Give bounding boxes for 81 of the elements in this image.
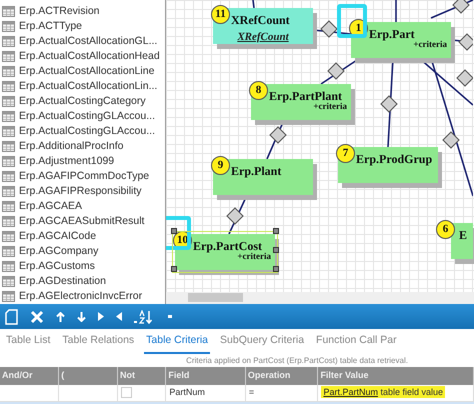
criteria-label: +criteria <box>413 39 447 51</box>
column-header: ( <box>58 367 118 384</box>
table-list-item[interactable]: Erp.ActualCostingCategory <box>19 94 146 110</box>
column-header: Operation <box>245 367 318 384</box>
table-icon <box>2 141 15 152</box>
checkbox[interactable] <box>121 387 132 398</box>
table-icon <box>2 291 15 302</box>
scrollbar[interactable] <box>166 292 474 304</box>
table-icon <box>2 51 15 62</box>
table-list-item[interactable]: Erp.AGAFIPCommDocType <box>19 168 150 184</box>
order-badge: 11 <box>211 5 230 24</box>
table-icon <box>2 21 15 32</box>
scrollbar-thumb[interactable] <box>188 293 243 302</box>
connector-line <box>430 0 473 19</box>
table-list-item[interactable]: Erp.ActualCostAllocationHead <box>19 48 160 64</box>
table-node[interactable]: E <box>451 223 473 259</box>
table-icon <box>2 66 15 77</box>
criteria-label: +criteria <box>237 251 271 263</box>
column-header: Field <box>166 367 246 384</box>
new-icon[interactable] <box>5 308 18 324</box>
tab[interactable]: Table Criteria <box>144 333 210 354</box>
table-list-item[interactable]: Erp.ActualCostAllocationGL... <box>19 34 158 50</box>
table-icon <box>2 261 15 272</box>
table-icon <box>2 96 15 107</box>
table-list-item[interactable]: Erp.AGCAICode <box>19 228 96 244</box>
resize-handle[interactable] <box>171 228 177 234</box>
table-list-item[interactable]: Erp.ActualCostAllocationLin... <box>19 78 158 94</box>
table-list-item[interactable]: Erp.AGAFIPResponsibility <box>19 184 142 200</box>
column-header: Filter Value <box>318 367 474 384</box>
highlight-frame <box>337 4 367 38</box>
up-arrow-icon[interactable] <box>56 312 65 322</box>
table-list-item[interactable]: Erp.AGCAEA <box>19 198 82 214</box>
table-list-item[interactable]: Erp.Adjustment1099 <box>19 154 114 170</box>
table-list-item[interactable]: Erp.ACTType <box>19 18 82 34</box>
connector-line <box>252 0 255 8</box>
filter-value[interactable]: Part.PartNum table field value <box>321 386 445 398</box>
table-icon <box>2 36 15 47</box>
table-list-item[interactable]: Erp.ActualCostAllocationLine <box>19 64 154 80</box>
table-list-item[interactable]: Erp.AGElectronicInvcError <box>19 288 142 304</box>
table-icon <box>2 111 15 122</box>
order-badge: 6 <box>436 220 455 239</box>
table-list-item[interactable]: Erp.ACTRevision <box>19 4 100 20</box>
table-icon <box>2 276 15 287</box>
tab[interactable]: Table Relations <box>60 333 136 354</box>
table-list-item[interactable]: Erp.AGCustoms <box>19 258 95 274</box>
node-subtitle: XRefCount <box>236 30 290 45</box>
table-icon <box>2 231 15 242</box>
down-arrow-icon[interactable] <box>77 312 86 322</box>
criteria-caption: Criteria applied on PartCost (Erp.PartCost) table data retrieval. <box>185 355 409 367</box>
right-triangle-icon[interactable] <box>98 312 104 321</box>
table-list-item[interactable]: Erp.AdditionalProcInfo <box>19 138 124 154</box>
table-list-item[interactable]: Erp.AGCompany <box>19 244 98 260</box>
left-triangle-icon[interactable] <box>116 312 122 321</box>
order-badge: 9 <box>211 156 230 175</box>
resize-handle[interactable] <box>273 247 279 253</box>
resize-handle[interactable] <box>273 228 279 234</box>
tab[interactable]: Function Call Par <box>314 333 399 354</box>
tab[interactable]: Table List <box>4 333 52 354</box>
table-icon <box>2 246 15 257</box>
tab[interactable]: SubQuery Criteria <box>218 333 306 354</box>
order-badge: 8 <box>249 81 268 100</box>
table-icon <box>2 156 15 167</box>
delete-icon[interactable] <box>30 310 44 324</box>
column-header: Not <box>118 367 166 384</box>
table-list-item[interactable]: Erp.AGDestination <box>19 274 106 290</box>
table-list-item[interactable]: Erp.AGCAEASubmitResult <box>19 214 144 230</box>
table-icon <box>2 216 15 227</box>
table-icon <box>2 81 15 92</box>
table-list-item[interactable]: Erp.ActualCostingGLAccou... <box>19 108 155 124</box>
table-icon <box>2 186 15 197</box>
table-icon <box>2 201 15 212</box>
table-icon <box>2 171 15 182</box>
column-header: And/Or <box>0 367 59 384</box>
connector-line <box>395 0 397 22</box>
table-icon <box>2 6 15 17</box>
table-list-item[interactable]: Erp.ActualCostingGLAccou... <box>19 124 155 140</box>
resize-handle[interactable] <box>273 266 279 272</box>
table-icon <box>2 126 15 137</box>
criteria-label: +criteria <box>313 101 347 113</box>
order-badge: 7 <box>336 144 355 163</box>
resize-handle[interactable] <box>171 266 177 272</box>
